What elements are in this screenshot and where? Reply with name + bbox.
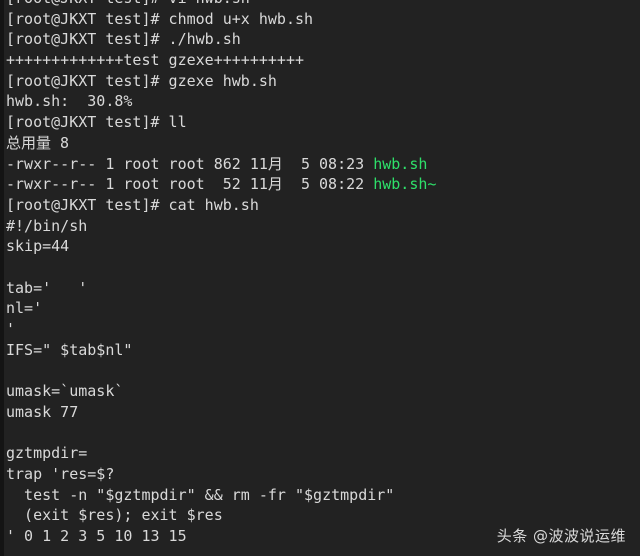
line-file-hwb-seg-1: hwb.sh	[373, 154, 428, 173]
line-file-hwb-backup: -rwxr--r-- 1 root root 52 11月 5 08:22 hw…	[6, 174, 640, 195]
line-ll-cmd-seg-0: [root@JKXT test]# ll	[6, 113, 187, 132]
line-run-script-seg-0: [root@JKXT test]# ./hwb.sh	[6, 30, 241, 49]
line-file-hwb-seg-0: -rwxr--r-- 1 root root 862 11月 5 08:23	[6, 154, 374, 173]
line-trap-exit-seg-0: (exit $res); exit $res	[6, 506, 223, 525]
line-blank-2	[6, 360, 640, 381]
line-run-script: [root@JKXT test]# ./hwb.sh	[6, 29, 640, 50]
line-cat-cmd: [root@JKXT test]# cat hwb.sh	[6, 195, 640, 216]
terminal-left-gutter	[0, 0, 4, 556]
line-trap-exit: (exit $res); exit $res	[6, 505, 640, 526]
line-gzexe-result: hwb.sh: 30.8%	[6, 91, 640, 112]
line-clipped-top-seg-0: [root@JKXT test]# vi hwb.sh	[6, 0, 250, 7]
line-umask-set-seg-0: umask 77	[6, 402, 79, 421]
line-blank-3	[6, 422, 640, 443]
line-trap-test-seg-0: test -n "$gztmpdir" && rm -fr "$gztmpdir…	[6, 485, 395, 504]
line-blank-4	[6, 547, 640, 556]
watermark-overlay: 头条 @波波说运维	[496, 527, 626, 545]
terminal-window[interactable]: [root@JKXT test]# vi hwb.sh [root@JKXT te…	[0, 0, 640, 556]
line-trap-open-seg-0: trap 'res=$?	[6, 464, 115, 483]
line-umask-assign: umask=`umask`	[6, 381, 640, 402]
line-skip-seg-0: skip=44	[6, 237, 70, 256]
line-trap-open: trap 'res=$?	[6, 464, 640, 485]
line-file-hwb: -rwxr--r-- 1 root root 862 11月 5 08:23 h…	[6, 154, 640, 175]
line-ifs-seg-0: IFS=" $tab$nl"	[6, 340, 133, 359]
line-script-output-seg-0: +++++++++++++test gzexe++++++++++	[6, 51, 305, 70]
line-skip: skip=44	[6, 236, 640, 257]
line-trap-signals-seg-0: ' 0 1 2 3 5 10 13 15	[6, 526, 187, 545]
line-file-hwb-backup-seg-1: hwb.sh~	[373, 175, 437, 194]
line-shebang-seg-0: #!/bin/sh	[6, 216, 88, 235]
line-trap-test: test -n "$gztmpdir" && rm -fr "$gztmpdir…	[6, 485, 640, 506]
line-ifs: IFS=" $tab$nl"	[6, 340, 640, 361]
line-clipped-top: [root@JKXT test]# vi hwb.sh	[6, 0, 640, 9]
line-cat-cmd-seg-0: [root@JKXT test]# cat hwb.sh	[6, 195, 259, 214]
line-total-seg-0: 总用量 8	[6, 133, 70, 152]
line-ll-cmd: [root@JKXT test]# ll	[6, 112, 640, 133]
line-gztmpdir-empty-seg-0: gztmpdir=	[6, 444, 88, 463]
line-gzexe-cmd-seg-0: [root@JKXT test]# gzexe hwb.sh	[6, 71, 277, 90]
line-shebang: #!/bin/sh	[6, 216, 640, 237]
line-umask-assign-seg-0: umask=`umask`	[6, 382, 124, 401]
line-gztmpdir-empty: gztmpdir=	[6, 443, 640, 464]
line-nl-assign-close: '	[6, 319, 640, 340]
line-tab-assign: tab=' '	[6, 278, 640, 299]
line-gzexe-result-seg-0: hwb.sh: 30.8%	[6, 92, 133, 111]
line-chmod-seg-0: [root@JKXT test]# chmod u+x hwb.sh	[6, 9, 314, 28]
line-blank-1	[6, 257, 640, 278]
line-file-hwb-backup-seg-0: -rwxr--r-- 1 root root 52 11月 5 08:22	[6, 175, 374, 194]
line-nl-assign-open-seg-0: nl='	[6, 299, 43, 318]
terminal-screen[interactable]: [root@JKXT test]# vi hwb.sh [root@JKXT te…	[0, 0, 640, 556]
line-umask-set: umask 77	[6, 402, 640, 423]
line-nl-assign-open: nl='	[6, 298, 640, 319]
line-total: 总用量 8	[6, 133, 640, 154]
line-script-output: +++++++++++++test gzexe++++++++++	[6, 50, 640, 71]
line-tab-assign-seg-0: tab=' '	[6, 278, 88, 297]
line-nl-assign-close-seg-0: '	[6, 320, 16, 338]
line-gzexe-cmd: [root@JKXT test]# gzexe hwb.sh	[6, 71, 640, 92]
line-chmod: [root@JKXT test]# chmod u+x hwb.sh	[6, 9, 640, 30]
